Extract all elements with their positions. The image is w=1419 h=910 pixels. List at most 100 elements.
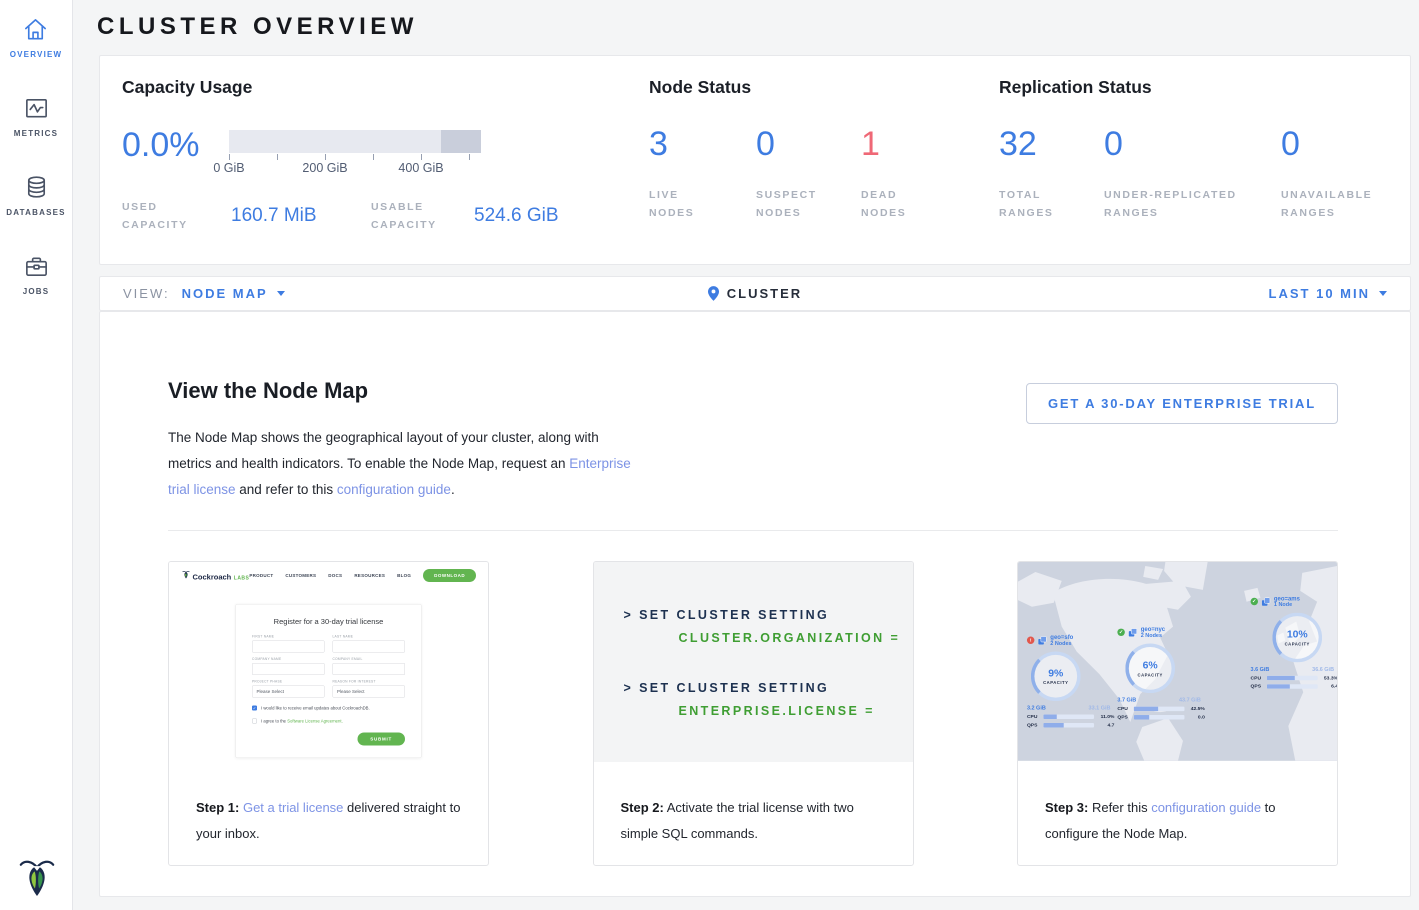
suspect-nodes-label: SUSPECTNODES — [756, 187, 861, 223]
node-map-preview: ! geo=sfo2 Nodes 9% CAPACITY 3.2 GiB33.1… — [1018, 562, 1337, 762]
step1-caption: Step 1: Get a trial license delivered st… — [169, 762, 488, 847]
breadcrumb-cluster: CLUSTER — [100, 286, 1410, 301]
sidebar-item-jobs[interactable]: JOBS — [23, 253, 50, 296]
mini-site-nav: PRODUCTCUSTOMERSDOCSRESOURCESBLOG — [249, 573, 411, 578]
sidebar-item-label: OVERVIEW — [10, 50, 63, 59]
sidebar-item-overview[interactable]: OVERVIEW — [10, 16, 63, 59]
capacity-gauge: 6% CAPACITY — [1125, 643, 1175, 693]
map-pin-icon — [708, 286, 719, 301]
status-ok-icon: ✓ — [1251, 598, 1258, 605]
node-map-description: The Node Map shows the geographical layo… — [168, 425, 633, 503]
node-status-section: Node Status 3 LIVENODES 0 SUSPECTNODES 1… — [649, 56, 999, 264]
live-nodes-stat: 3 LIVENODES — [649, 127, 756, 223]
chevron-down-icon — [1379, 291, 1387, 296]
node-boxes-icon — [1128, 627, 1138, 637]
used-capacity-label: USEDCAPACITY — [122, 199, 231, 235]
map-node-ams: ✓ geo=ams1 Node 10% CAPACITY 3.6 GiB36.6… — [1251, 595, 1337, 689]
mini-trial-form: Register for a 30-day trial license FIRS… — [236, 604, 422, 758]
get-trial-license-link[interactable]: Get a trial license — [243, 800, 343, 815]
step1-screenshot: Cockroach LABS PRODUCTCUSTOMERSDOCSRESOU… — [169, 562, 488, 762]
sidebar-item-metrics[interactable]: METRICS — [14, 95, 58, 138]
dead-nodes-stat: 1 DEADNODES — [861, 127, 906, 223]
tick-label: 200 GiB — [302, 161, 347, 175]
sql-prompt-line: > SET CLUSTER SETTING — [624, 681, 913, 695]
step2-card: > SET CLUSTER SETTING CLUSTER.ORGANIZATI… — [593, 561, 914, 866]
home-icon — [22, 16, 49, 42]
step3-card: ! geo=sfo2 Nodes 9% CAPACITY 3.2 GiB33.1… — [1017, 561, 1338, 866]
capacity-bar — [229, 130, 481, 153]
metrics-icon — [23, 95, 50, 121]
total-ranges-label: TOTALRANGES — [999, 187, 1104, 223]
under-replicated-ranges-stat: 0 UNDER-REPLICATEDRANGES — [1104, 127, 1281, 223]
live-nodes-value: 3 — [649, 127, 756, 161]
replication-status-title: Replication Status — [999, 77, 1410, 98]
step2-caption: Step 2: Activate the trial license with … — [594, 762, 913, 847]
tick-label: 0 GiB — [213, 161, 244, 175]
capacity-axis-labels: 0 GiB 200 GiB 400 GiB — [229, 160, 469, 174]
view-selector-dropdown[interactable]: NODE MAP — [182, 286, 285, 301]
used-capacity-value: 160.7 MiB — [231, 205, 371, 227]
sidebar: OVERVIEW METRICS DATABASES — [0, 0, 73, 910]
capacity-usage-title: Capacity Usage — [122, 77, 649, 98]
page-title: CLUSTER OVERVIEW — [97, 13, 418, 41]
step1-card: Cockroach LABS PRODUCTCUSTOMERSDOCSRESOU… — [168, 561, 489, 866]
sql-setting-line: ENTERPRISE.LICENSE = — [679, 704, 913, 718]
usable-capacity-value: 524.6 GiB — [474, 205, 559, 227]
mini-form-title: Register for a 30-day trial license — [252, 618, 405, 627]
sidebar-item-label: JOBS — [23, 287, 50, 296]
node-map-panel: View the Node Map The Node Map shows the… — [99, 311, 1411, 897]
capacity-bar-chart: 0 GiB 200 GiB 400 GiB — [229, 128, 489, 174]
sql-snippet: > SET CLUSTER SETTING CLUSTER.ORGANIZATI… — [594, 562, 913, 762]
usable-capacity-label: USABLECAPACITY — [371, 199, 474, 235]
capacity-bar-available-segment — [229, 130, 441, 153]
unavailable-ranges-value: 0 — [1281, 127, 1372, 161]
total-ranges-value: 32 — [999, 127, 1104, 161]
step3-caption: Step 3: Refer this configuration guide t… — [1018, 762, 1337, 847]
mini-submit-button: SUBMIT — [357, 733, 405, 746]
configuration-guide-link[interactable]: configuration guide — [337, 482, 451, 497]
tick-label: 400 GiB — [398, 161, 443, 175]
capacity-bar-other-segment — [441, 130, 481, 153]
get-enterprise-trial-button[interactable]: GET A 30-DAY ENTERPRISE TRIAL — [1026, 383, 1338, 424]
cluster-summary-panel: Capacity Usage 0.0% 0 GiB 200 GiB 400 Gi… — [99, 55, 1411, 265]
briefcase-icon — [23, 253, 50, 279]
capacity-used-percent: 0.0% — [122, 128, 229, 162]
live-nodes-label: LIVENODES — [649, 187, 756, 223]
time-range-dropdown[interactable]: LAST 10 MIN — [1269, 286, 1387, 301]
mini-checkbox-unchecked — [252, 719, 257, 724]
unavailable-ranges-label: UNAVAILABLERANGES — [1281, 187, 1372, 223]
node-map-heading: View the Node Map — [168, 378, 368, 404]
node-boxes-icon — [1037, 635, 1047, 645]
steps-row: Cockroach LABS PRODUCTCUSTOMERSDOCSRESOU… — [168, 561, 1338, 866]
total-ranges-stat: 32 TOTALRANGES — [999, 127, 1104, 223]
map-node-sfo: ! geo=sfo2 Nodes 9% CAPACITY 3.2 GiB33.1… — [1027, 634, 1121, 728]
view-bar: VIEW: NODE MAP CLUSTER LAST 10 MIN — [99, 276, 1411, 311]
under-replicated-ranges-value: 0 — [1104, 127, 1281, 161]
view-label: VIEW: — [123, 286, 170, 301]
node-boxes-icon — [1261, 597, 1271, 607]
replication-status-section: Replication Status 32 TOTALRANGES 0 UNDE… — [999, 56, 1410, 264]
suspect-nodes-stat: 0 SUSPECTNODES — [756, 127, 861, 223]
capacity-gauge: 10% CAPACITY — [1272, 612, 1322, 662]
mini-download-button: DOWNLOAD — [423, 569, 476, 582]
status-alert-icon: ! — [1027, 637, 1034, 644]
sidebar-item-label: DATABASES — [6, 208, 65, 217]
database-icon — [23, 174, 50, 200]
node-status-title: Node Status — [649, 77, 999, 98]
chevron-down-icon — [277, 291, 285, 296]
sql-setting-line: CLUSTER.ORGANIZATION = — [679, 631, 913, 645]
sql-prompt-line: > SET CLUSTER SETTING — [624, 608, 913, 622]
map-node-nyc: ✓ geo=nyc2 Nodes 6% CAPACITY 3.7 GiB43.7… — [1117, 626, 1211, 720]
capacity-gauge: 9% CAPACITY — [1031, 651, 1081, 701]
dead-nodes-label: DEADNODES — [861, 187, 906, 223]
cockroachdb-logo — [0, 856, 73, 900]
unavailable-ranges-stat: 0 UNAVAILABLERANGES — [1281, 127, 1372, 223]
sidebar-item-databases[interactable]: DATABASES — [6, 174, 65, 217]
mini-cockroach-logo: Cockroach LABS — [182, 570, 249, 582]
configuration-guide-link[interactable]: configuration guide — [1151, 800, 1261, 815]
dead-nodes-value: 1 — [861, 127, 906, 161]
status-ok-icon: ✓ — [1117, 629, 1124, 636]
divider — [168, 530, 1338, 531]
sidebar-item-label: METRICS — [14, 129, 58, 138]
under-replicated-ranges-label: UNDER-REPLICATEDRANGES — [1104, 187, 1281, 223]
